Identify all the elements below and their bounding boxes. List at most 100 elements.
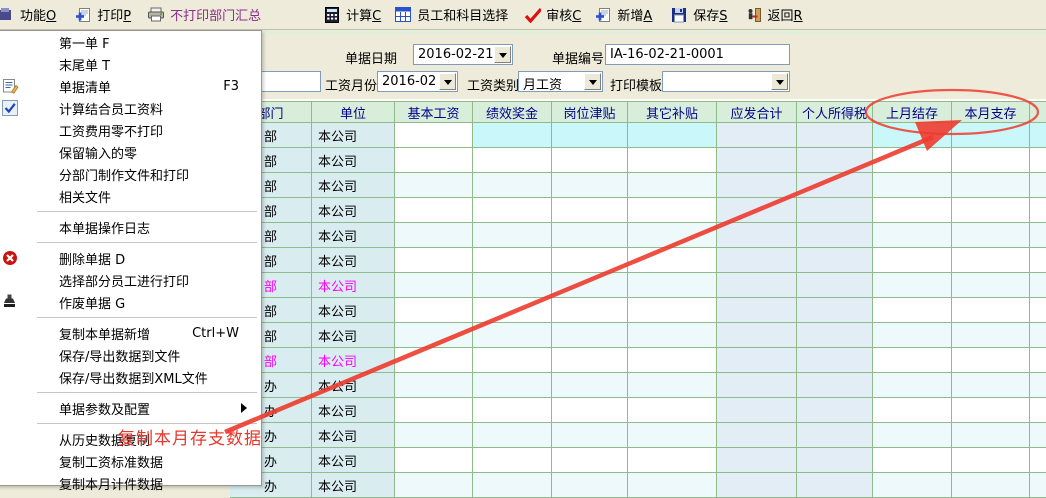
table-cell[interactable] xyxy=(552,148,628,173)
table-cell[interactable] xyxy=(395,423,473,448)
table-cell[interactable] xyxy=(473,173,552,198)
table-cell[interactable] xyxy=(473,423,552,448)
table-cell[interactable] xyxy=(552,398,628,423)
doc-date-combo[interactable]: 2016-02-21 xyxy=(413,44,513,65)
table-cell[interactable] xyxy=(473,473,552,498)
table-cell[interactable] xyxy=(628,323,717,348)
table-cell[interactable] xyxy=(395,173,473,198)
table-cell[interactable] xyxy=(552,323,628,348)
table-cell[interactable] xyxy=(473,298,552,323)
table-cell[interactable] xyxy=(628,373,717,398)
table-cell[interactable] xyxy=(628,198,717,223)
menu-item-last-doc[interactable]: 末尾单 T xyxy=(0,53,261,75)
table-cell[interactable] xyxy=(952,323,1030,348)
table-cell[interactable] xyxy=(552,173,628,198)
table-cell[interactable]: 本公司 xyxy=(312,148,395,173)
print-template-dropdown-icon[interactable] xyxy=(771,73,788,90)
table-cell[interactable] xyxy=(952,123,1030,148)
table-cell[interactable] xyxy=(873,223,952,248)
table-cell[interactable] xyxy=(628,273,717,298)
table-cell[interactable] xyxy=(628,448,717,473)
table-cell[interactable] xyxy=(717,273,797,298)
menu-item-delete-doc[interactable]: 删除单据 D xyxy=(0,247,261,269)
table-cell[interactable] xyxy=(1030,248,1046,273)
salary-month-combo[interactable]: 2016-02 xyxy=(377,71,458,92)
table-cell[interactable] xyxy=(797,273,873,298)
doc-date-dropdown-icon[interactable] xyxy=(494,46,511,63)
table-cell[interactable]: 本公司 xyxy=(312,298,395,323)
table-cell[interactable]: 本公司 xyxy=(312,123,395,148)
add-new-button[interactable]: 新增A xyxy=(592,3,654,26)
menu-item-export-data-to-file[interactable]: 保存/导出数据到文件 xyxy=(0,344,261,366)
employee-subject-select-button[interactable]: 员工和科目选择 xyxy=(392,3,510,26)
return-button[interactable]: 返回R xyxy=(743,3,805,26)
table-cell[interactable] xyxy=(797,423,873,448)
table-cell[interactable] xyxy=(717,473,797,498)
table-cell[interactable] xyxy=(797,248,873,273)
table-cell[interactable] xyxy=(395,148,473,173)
table-cell[interactable] xyxy=(717,348,797,373)
table-cell[interactable] xyxy=(628,423,717,448)
menu-item-doc-list[interactable]: 单据清单F3 xyxy=(0,75,261,97)
table-cell[interactable] xyxy=(552,198,628,223)
no-print-dept-summary-button[interactable]: 不打印部门汇总 xyxy=(145,3,263,26)
table-cell[interactable] xyxy=(628,223,717,248)
menu-item-select-employees-print[interactable]: 选择部分员工进行打印 xyxy=(0,269,261,291)
table-cell[interactable] xyxy=(952,173,1030,198)
table-cell[interactable] xyxy=(552,473,628,498)
table-cell[interactable] xyxy=(873,173,952,198)
table-cell[interactable] xyxy=(873,448,952,473)
table-cell[interactable] xyxy=(717,248,797,273)
menu-item-export-data-to-xml[interactable]: 保存/导出数据到XML文件 xyxy=(0,366,261,388)
table-cell[interactable] xyxy=(552,423,628,448)
table-cell[interactable] xyxy=(717,373,797,398)
table-cell[interactable] xyxy=(395,123,473,148)
salary-type-combo[interactable]: 月工资 xyxy=(518,71,603,92)
table-cell[interactable]: 本公司 xyxy=(312,423,395,448)
table-cell[interactable] xyxy=(628,398,717,423)
table-cell[interactable] xyxy=(395,198,473,223)
table-cell[interactable] xyxy=(1030,473,1046,498)
table-cell[interactable] xyxy=(473,398,552,423)
table-cell[interactable] xyxy=(952,223,1030,248)
table-cell[interactable] xyxy=(952,373,1030,398)
table-cell[interactable] xyxy=(1030,173,1046,198)
table-cell[interactable] xyxy=(717,398,797,423)
table-cell[interactable] xyxy=(717,298,797,323)
table-cell[interactable] xyxy=(717,423,797,448)
table-cell[interactable] xyxy=(952,448,1030,473)
functions-button[interactable]: 功能O xyxy=(0,3,58,26)
table-cell[interactable] xyxy=(552,298,628,323)
table-cell[interactable] xyxy=(797,448,873,473)
table-cell[interactable]: 本公司 xyxy=(312,248,395,273)
table-cell[interactable] xyxy=(395,248,473,273)
table-cell[interactable] xyxy=(1030,373,1046,398)
menu-item-related-files[interactable]: 相关文件 xyxy=(0,185,261,207)
table-cell[interactable] xyxy=(717,223,797,248)
calculate-button[interactable]: 计算C xyxy=(321,3,383,26)
menu-item-void-doc[interactable]: 作废单据 G xyxy=(0,291,261,313)
table-cell[interactable]: 本公司 xyxy=(312,448,395,473)
table-cell[interactable] xyxy=(952,348,1030,373)
table-cell[interactable] xyxy=(395,273,473,298)
menu-item-copy-doc-as-new[interactable]: 复制本单据新增Ctrl+W xyxy=(0,322,261,344)
audit-button[interactable]: 审核C xyxy=(521,3,583,26)
table-cell[interactable] xyxy=(552,348,628,373)
table-cell[interactable] xyxy=(952,473,1030,498)
table-cell[interactable] xyxy=(473,148,552,173)
salary-type-dropdown-icon[interactable] xyxy=(584,73,601,90)
table-cell[interactable] xyxy=(473,323,552,348)
table-cell[interactable] xyxy=(628,148,717,173)
menu-item-keep-entered-zero[interactable]: 保留输入的零 xyxy=(0,141,261,163)
table-cell[interactable] xyxy=(952,273,1030,298)
table-cell[interactable] xyxy=(395,448,473,473)
salary-month-dropdown-icon[interactable] xyxy=(439,73,456,90)
table-cell[interactable] xyxy=(552,248,628,273)
table-cell[interactable]: 本公司 xyxy=(312,398,395,423)
table-cell[interactable] xyxy=(797,473,873,498)
table-cell[interactable] xyxy=(473,273,552,298)
table-cell[interactable] xyxy=(1030,198,1046,223)
table-cell[interactable] xyxy=(952,248,1030,273)
table-cell[interactable] xyxy=(628,473,717,498)
table-cell[interactable] xyxy=(797,123,873,148)
